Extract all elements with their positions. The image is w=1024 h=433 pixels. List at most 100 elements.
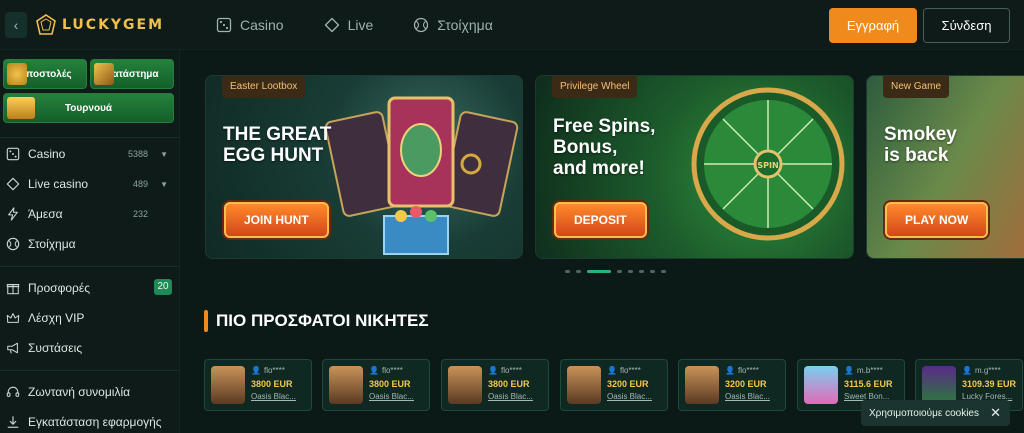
chevron-down-icon[interactable]: ▼: [160, 150, 168, 159]
winner-amount: 3800 EUR: [369, 379, 411, 389]
winner-card[interactable]: 👤 flo**** 3200 EUR Oasis Blac...: [678, 359, 786, 411]
winner-amount: 3109.39 EUR: [962, 379, 1017, 389]
join-hunt-button[interactable]: JOIN HUNT: [224, 202, 329, 238]
nav-casino[interactable]: Casino: [216, 17, 284, 33]
game-thumbnail: [567, 366, 601, 404]
sidebar-collapse-button[interactable]: ‹: [5, 12, 27, 38]
winner-card[interactable]: 👤 flo**** 3800 EUR Oasis Blac...: [322, 359, 430, 411]
banner-tag: New Game: [883, 76, 950, 98]
game-thumbnail: [211, 366, 245, 404]
sidebar-item-casino[interactable]: Casino 5388 ▼: [6, 143, 174, 165]
carousel-dots: [565, 270, 666, 273]
sidebar-item-label: Casino: [28, 147, 66, 161]
banner-title: Free Spins, Bonus, and more!: [553, 116, 656, 179]
winner-amount: 3115.6 EUR: [844, 379, 893, 389]
login-button[interactable]: Σύνδεση: [923, 8, 1010, 43]
close-icon[interactable]: ✕: [990, 405, 1001, 421]
nav-sports[interactable]: Στοίχημα: [413, 17, 493, 33]
ball-icon: [6, 237, 20, 251]
banner-title: THE GREAT EGG HUNT: [223, 124, 332, 166]
carousel-dot[interactable]: [617, 270, 622, 273]
carousel-dot-active[interactable]: [587, 270, 611, 273]
register-button[interactable]: Εγγραφή: [829, 8, 917, 43]
banner-privilege-wheel[interactable]: SPIN Privilege Wheel Free Spins, Bonus, …: [535, 75, 854, 259]
winner-user: 👤 flo****: [725, 366, 759, 375]
diamond-icon: [6, 177, 20, 191]
sidebar-divider: [0, 266, 180, 267]
heading-accent-bar: [204, 310, 208, 332]
winner-card[interactable]: 👤 flo**** 3200 EUR Oasis Blac...: [560, 359, 668, 411]
sidebar-divider: [0, 370, 180, 371]
carousel-dot[interactable]: [661, 270, 666, 273]
winner-amount: 3800 EUR: [488, 379, 530, 389]
megaphone-icon: [7, 342, 18, 354]
dice-icon: [216, 17, 232, 33]
sidebar-item-referrals[interactable]: Συστάσεις: [6, 337, 174, 359]
winner-user: 👤 m.b****: [844, 366, 883, 375]
sidebar-item-label: Λέσχη VIP: [28, 311, 85, 325]
sidebar-item-live-chat[interactable]: Ζωντανή συνομιλία: [6, 381, 174, 403]
nav-live[interactable]: Live: [324, 17, 373, 33]
winner-game-link[interactable]: Oasis Blac...: [607, 392, 665, 401]
winner-username: flo****: [619, 366, 641, 375]
user-icon: 👤: [488, 366, 498, 375]
winner-amount: 3200 EUR: [607, 379, 649, 389]
chevron-left-icon: ‹: [13, 17, 19, 33]
sidebar-item-offers[interactable]: Προσφορές 20: [6, 277, 174, 299]
shop-tile[interactable]: Κατάστημα: [90, 59, 174, 89]
top-header: ‹ LUCKYGEM Casino Live Στοίχημα Εγγραφή …: [0, 0, 1024, 50]
svg-text:SPIN: SPIN: [757, 161, 778, 170]
user-icon: 👤: [844, 366, 854, 375]
sidebar-item-live-casino[interactable]: Live casino 489 ▼: [6, 173, 174, 195]
chevron-down-icon[interactable]: ▼: [160, 180, 168, 189]
winner-user: 👤 flo****: [607, 366, 641, 375]
live-casino-count: 489: [132, 179, 148, 189]
winner-user: 👤 flo****: [369, 366, 403, 375]
user-icon: 👤: [725, 366, 735, 375]
winner-game-link[interactable]: Oasis Blac...: [251, 392, 309, 401]
bolt-icon: [8, 207, 18, 221]
crown-icon: [6, 313, 20, 323]
banner-tag: Easter Lootbox: [222, 76, 306, 98]
instant-count: 232: [132, 209, 148, 219]
carousel-dot[interactable]: [565, 270, 570, 273]
game-thumbnail: [448, 366, 482, 404]
sidebar-item-install-app[interactable]: Εγκατάσταση εφαρμογής: [6, 411, 174, 433]
winner-username: flo****: [737, 366, 759, 375]
casino-count: 5388: [127, 149, 148, 159]
trophy-icon: [7, 97, 35, 119]
carousel-dot[interactable]: [628, 270, 633, 273]
banner-title: Smokey is back: [884, 124, 957, 166]
missions-tile[interactable]: Αποστολές: [3, 59, 87, 89]
logo[interactable]: LUCKYGEM: [36, 13, 164, 37]
cookie-text: Χρησιμοποιούμε cookies: [869, 407, 979, 419]
banner-tag: Privilege Wheel: [552, 76, 638, 98]
user-icon: 👤: [369, 366, 379, 375]
shop-icon: [94, 63, 114, 85]
winner-game-link[interactable]: Oasis Blac...: [369, 392, 427, 401]
winner-game-link[interactable]: Oasis Blac...: [725, 392, 783, 401]
winner-game-link[interactable]: Oasis Blac...: [488, 392, 546, 401]
winner-user: 👤 m.g****: [962, 366, 1001, 375]
winner-username: m.g****: [974, 366, 1001, 375]
play-now-button[interactable]: PLAY NOW: [885, 202, 989, 238]
sidebar-item-label: Live casino: [28, 177, 89, 191]
carousel-dot[interactable]: [650, 270, 655, 273]
sidebar-item-sports[interactable]: Στοίχημα: [6, 233, 174, 255]
nav-sports-label: Στοίχημα: [437, 17, 493, 33]
dice-icon: [6, 147, 20, 161]
carousel-dot[interactable]: [576, 270, 581, 273]
banner-easter-lootbox[interactable]: Easter Lootbox THE GREAT EGG HUNT JOIN H…: [205, 75, 523, 259]
sidebar-item-label: Στοίχημα: [28, 237, 76, 251]
winner-card[interactable]: 👤 flo**** 3800 EUR Oasis Blac...: [204, 359, 312, 411]
banner-new-game[interactable]: New Game Smokey is back PLAY NOW: [866, 75, 1024, 259]
deposit-button[interactable]: DEPOSIT: [554, 202, 647, 238]
tournaments-tile[interactable]: Τουρνουά: [3, 93, 174, 123]
winner-username: m.b****: [856, 366, 883, 375]
user-icon: 👤: [962, 366, 972, 375]
carousel-dot[interactable]: [639, 270, 644, 273]
winner-card[interactable]: 👤 flo**** 3800 EUR Oasis Blac...: [441, 359, 549, 411]
nav-casino-label: Casino: [240, 17, 284, 33]
sidebar-item-vip[interactable]: Λέσχη VIP: [6, 307, 174, 329]
sidebar-item-instant[interactable]: Άμεσα 232: [6, 203, 174, 225]
